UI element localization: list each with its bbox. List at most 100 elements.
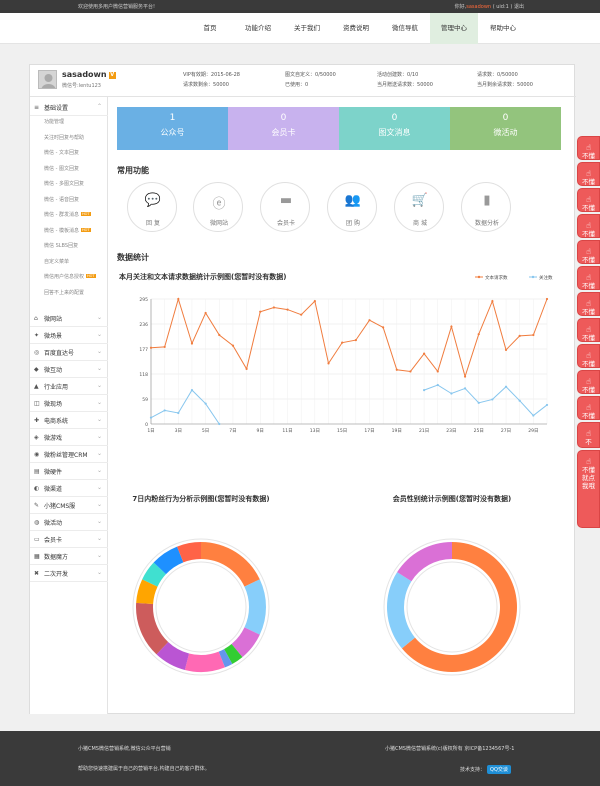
func-member-card[interactable]: ▬ 会员卡 [260,182,310,232]
sidebar-group-icon: ◫ [34,400,40,407]
sidebar-group-3[interactable]: ◎ 百度直达号 ⌄ [30,344,108,361]
sidebar-group-1[interactable]: ⌂ 微网站 ⌄ [30,310,108,327]
sidebar-sub-item[interactable]: 自定义菜单 [44,258,106,265]
help-tab[interactable]: ☝ 不懂就点我哦 [577,450,600,528]
help-tab[interactable]: ☝ 不懂 [577,318,600,342]
chat-icon: 💬 [144,193,162,208]
sidebar-sub-item[interactable]: 回答不上来的配置 [44,289,106,296]
sidebar-sub-item[interactable]: 功能管理 [44,118,106,125]
help-tab[interactable]: ☝ 不懂 [577,370,600,394]
sidebar-group-6[interactable]: ◫ 微现场 ⌄ [30,395,108,412]
sidebar: ≡ 基础设置 ⌃ 功能管理关注时回复与帮助 微信 - 文本回复 微信 - 图文回复 微信 -… [30,97,108,714]
sidebar-sub-item[interactable]: 微信用户信息授权 HOT [44,273,106,280]
sidebar-group-8[interactable]: ◈ 微游戏 ⌄ [30,429,108,446]
user-info-bar: sasadown V 微信号:lentu123 VIP有效期：2015-06-28… [30,65,576,97]
help-tab[interactable]: ☝ 不懂 [577,344,600,368]
chevron-icon: ⌃ [96,103,102,110]
sidebar-group-10[interactable]: ▤ 微硬件 ⌄ [30,463,108,480]
sidebar-group-12[interactable]: ✎ 小猪CMS服 ⌄ [30,497,108,514]
stat-custom-news: 图文自定义：0/50000 [285,72,336,78]
func-reply[interactable]: 💬 回 复 [127,182,177,232]
nav-admin-center[interactable]: 管理中心 [430,13,478,44]
main-panel: sasadown V 微信号:lentu123 VIP有效期：2015-06-28… [29,64,576,714]
func-group-buy[interactable]: 👥 团 购 [327,182,377,232]
data-point [149,346,153,349]
data-point [204,311,207,315]
sidebar-sub-item[interactable]: 微信 - 群发消息 HOT [44,211,106,218]
sidebar-group-2[interactable]: ✦ 微场景 ⌄ [30,327,108,344]
sidebar-group-icon: ✦ [34,332,40,339]
hand-icon: ☝ [586,377,591,386]
nav-home[interactable]: 首页 [186,13,234,44]
sidebar-sub-item[interactable]: 微信 SLBS回复 [44,242,106,249]
footer-copyright: 小猪CMS微信营销系统(c)版权所有 京ICP备1234567号-1 [385,746,515,752]
chevron-icon: ⌄ [96,331,102,338]
help-tab[interactable]: ☝ 不 [577,422,600,448]
tile-news-messages[interactable]: 0 图文消息 [339,107,450,150]
help-tab-label: 不懂 [582,386,595,394]
nav-help[interactable]: 帮助中心 [479,13,527,44]
chevron-icon: ⌄ [96,348,102,355]
sidebar-group-13[interactable]: ◍ 微活动 ⌄ [30,514,108,531]
y-tick-label: 59 [142,397,148,403]
sidebar-group-label: 微网站 [44,316,63,323]
func-mall[interactable]: 🛒 商 城 [394,182,444,232]
sidebar-group-16[interactable]: ✖ 二次开发 ⌄ [30,565,108,582]
help-tab[interactable]: ☝ 不懂 [577,292,600,316]
data-point [163,409,166,412]
bar-chart-icon: ▮ [483,193,491,208]
help-tab[interactable]: ☝ 不懂 [577,396,600,420]
data-point [190,342,194,345]
data-point [463,375,467,378]
logout-link[interactable]: 退出 [514,4,524,10]
nav-about[interactable]: 关于我们 [283,13,331,44]
sidebar-group-label: 微现场 [44,401,63,408]
help-tab[interactable]: ☝ 不懂 [577,266,600,290]
sidebar-group-15[interactable]: ▦ 数据魔方 ⌄ [30,548,108,565]
data-point [272,306,275,309]
func-analytics[interactable]: ▮ 数据分析 [461,182,511,232]
help-tab[interactable]: ☝ 不懂 [577,240,600,264]
sidebar-group-icon: ◍ [34,519,40,526]
nav-wechat-guide[interactable]: 微信导航 [381,13,429,44]
tile-accounts[interactable]: 1 公众号 [117,107,228,150]
sidebar-group-0[interactable]: ≡ 基础设置 ⌃ [30,99,108,116]
sidebar-sub-item[interactable]: 微信 - 多图文回复 [44,180,106,187]
sidebar-sub-item[interactable]: 关注时回复与帮助 [44,134,106,141]
help-tab[interactable]: ☝ 不懂 [577,188,600,212]
cart-icon: 🛒 [411,193,429,208]
sidebar-group-icon: ✚ [34,417,40,424]
sidebar-sub-item[interactable]: 微信 - 图文回复 [44,165,106,172]
sidebar-sub-item[interactable]: 微信 - 模板消息 HOT [44,227,106,234]
donut-inner-ring [155,561,247,653]
data-point [368,319,371,322]
hot-badge: HOT [86,274,96,278]
data-point [286,308,289,311]
sidebar-sub-item[interactable]: 微信 - 语音回复 [44,196,106,203]
nav-pricing[interactable]: 资费说明 [332,13,380,44]
help-tab-label: 不懂 [582,230,595,238]
tile-activities[interactable]: 0 微活动 [450,107,561,150]
sidebar-sub-item[interactable]: 微信 - 文本回复 [44,149,106,156]
sidebar-group-11[interactable]: ◐ 微渠道 ⌄ [30,480,108,497]
data-point [231,344,235,347]
stat-monthly-gift: 当月赠送请求数：50000 [377,82,433,88]
sidebar-group-icon: ✖ [34,570,40,577]
series-line-1 [150,389,220,425]
sidebar-group-9[interactable]: ◉ 微粉丝管理CRM ⌄ [30,446,108,463]
help-tab[interactable]: ☝ 不懂 [577,214,600,238]
help-tab[interactable]: ☝ 不懂 [577,136,600,160]
nav-features[interactable]: 功能介绍 [234,13,282,44]
sidebar-group-5[interactable]: ▲ 行业应用 ⌄ [30,378,108,395]
sidebar-group-4[interactable]: ◆ 微互动 ⌄ [30,361,108,378]
qq-chat-button[interactable]: QQ交谈 [487,765,511,774]
func-microsite[interactable]: ⓔ 微网站 [193,182,243,232]
sidebar-group-7[interactable]: ✚ 电商系统 ⌄ [30,412,108,429]
greeting-text: 你好, [454,4,467,10]
data-point [477,401,480,404]
tile-member-cards[interactable]: 0 会员卡 [228,107,339,150]
top-username-link[interactable]: sasadown [466,4,491,10]
help-tab[interactable]: ☝ 不懂 [577,162,600,186]
sidebar-group-14[interactable]: ▭ 会员卡 ⌄ [30,531,108,548]
line-chart-title: 本月关注和文本请求数据统计示例图(您暂时没有数据) [118,272,286,281]
